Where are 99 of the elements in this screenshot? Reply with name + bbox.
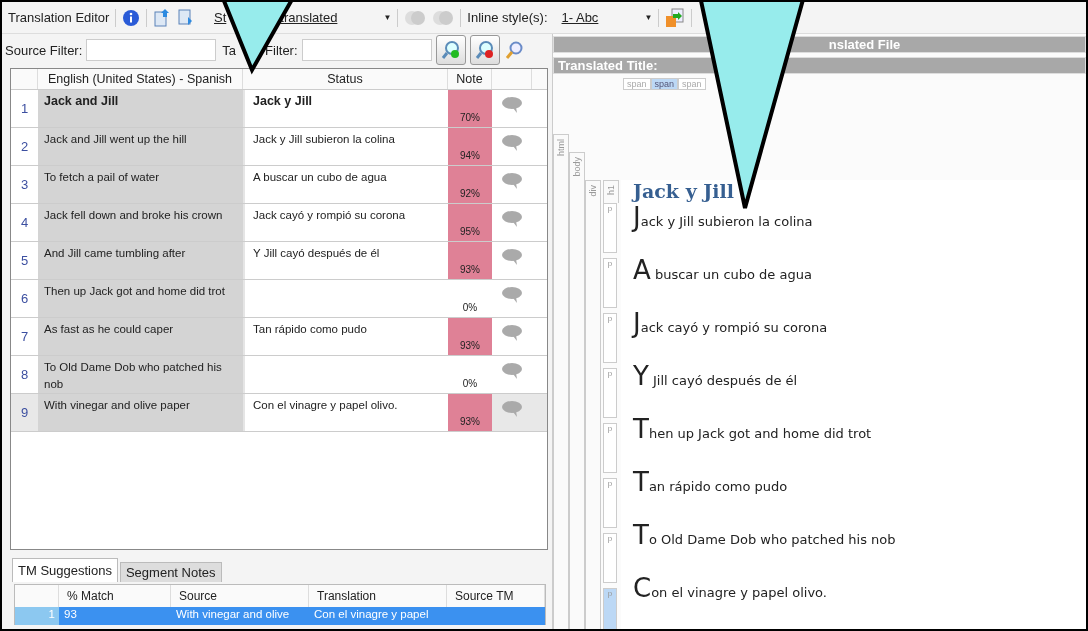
tag-label: p bbox=[607, 424, 613, 435]
status-filter-label[interactable]: St bbox=[214, 10, 227, 25]
tag-label: p bbox=[607, 314, 613, 325]
source-cell: Jack fell down and broke his crown bbox=[38, 204, 243, 241]
column-header: English (United States) - Spanish bbox=[38, 69, 243, 89]
row-number: 1 bbox=[15, 607, 59, 625]
target-filter-label: Ta bbox=[222, 42, 237, 58]
tag-label: p bbox=[607, 589, 613, 600]
tag-label: p bbox=[607, 369, 613, 380]
document-paragraph: To Old Dame Dob who patched his nob bbox=[633, 520, 896, 550]
tag-label: p bbox=[607, 534, 613, 545]
row-number: 8 bbox=[19, 366, 30, 384]
segment-row[interactable]: 1 Jack and Jill Jack y Jill 70% bbox=[11, 90, 547, 128]
source-filter-label: Source Filter: bbox=[5, 42, 83, 58]
translated-title-label: Translated Title: bbox=[558, 58, 658, 73]
source-cell: As fast as he could caper bbox=[38, 318, 243, 355]
panel-tab[interactable]: Segment Notes bbox=[119, 562, 222, 582]
tag-label: h1 bbox=[606, 184, 616, 197]
tag-label: p bbox=[607, 479, 613, 490]
segment-row[interactable]: 6 Then up Jack got and home did trot 0% bbox=[11, 280, 547, 318]
source-cell: Then up Jack got and home did trot bbox=[38, 280, 243, 317]
source-cell: To fetch a pail of water bbox=[38, 166, 243, 203]
segment-row[interactable]: 7 As fast as he could caper Tan rápido como pudo 93% bbox=[11, 318, 547, 356]
document-arrow-icon[interactable] bbox=[153, 8, 172, 27]
status-cell: 93% bbox=[448, 394, 492, 431]
row-number: 1 bbox=[19, 100, 30, 118]
segment-row[interactable]: 5 And Jill came tumbling after Y Jill cayó después de él 93% bbox=[11, 242, 547, 280]
translation-cell-text: Con el vinagre y papel bbox=[313, 607, 430, 622]
source-cell: To Old Dame Dob who patched his nob bbox=[38, 356, 243, 393]
speech-bubble-icon[interactable] bbox=[501, 362, 523, 380]
segment-row[interactable]: 2 Jack and Jill went up the hill Jack y Jill subieron la colina 94% bbox=[11, 128, 547, 166]
row-number: 3 bbox=[19, 176, 30, 194]
segment-row[interactable]: 4 Jack fell down and broke his crown Jack cayó y rompió su corona 95% bbox=[11, 204, 547, 242]
status-cell: 93% bbox=[448, 318, 492, 355]
source-cell-text: With vinegar and olive bbox=[175, 607, 291, 622]
tag-label: html bbox=[556, 138, 566, 158]
caret-icon[interactable]: ▼ bbox=[644, 13, 653, 22]
document-paragraph: Con el vinagre y papel olivo. bbox=[633, 573, 827, 603]
row-number: 5 bbox=[19, 252, 30, 270]
speech-bubble-icon[interactable] bbox=[501, 96, 523, 114]
speech-bubble-icon[interactable] bbox=[501, 248, 523, 266]
document-paragraph: Jack y Jill subieron la colina bbox=[633, 202, 813, 232]
clear-filter-button[interactable] bbox=[469, 35, 500, 65]
span-tag[interactable]: span bbox=[650, 78, 679, 90]
info-icon[interactable] bbox=[122, 8, 141, 27]
speech-bubble-icon[interactable] bbox=[501, 324, 523, 342]
inline-style-dropdown[interactable]: 1- Abc bbox=[561, 10, 599, 25]
editor-title: Translation Editor bbox=[8, 10, 110, 25]
tag-label: p bbox=[607, 204, 613, 215]
speech-bubble-icon[interactable] bbox=[501, 210, 523, 228]
document-paragraph: A buscar un cubo de agua bbox=[633, 255, 812, 285]
tag-label: div bbox=[588, 184, 598, 199]
speech-bubble-icon[interactable] bbox=[501, 134, 523, 152]
search-icon[interactable] bbox=[503, 40, 524, 60]
tag-label: p bbox=[607, 259, 613, 270]
status-cell: 92% bbox=[448, 166, 492, 203]
document-paragraph: Then up Jack got and home did trot bbox=[633, 414, 872, 444]
row-number: 6 bbox=[19, 290, 30, 308]
document-heading: Jack y Jill bbox=[633, 180, 735, 200]
row-number: 9 bbox=[19, 404, 30, 422]
toggle-icon[interactable] bbox=[432, 9, 455, 26]
panel-tab[interactable]: TM Suggestions bbox=[12, 558, 118, 582]
document-paragraph: Y Jill cayó después de él bbox=[633, 361, 798, 391]
target-filter-field[interactable] bbox=[301, 39, 432, 61]
magnifier-icon bbox=[474, 40, 495, 60]
segment-row[interactable]: 3 To fetch a pail of water A buscar un cubo de agua 92% bbox=[11, 166, 547, 204]
status-cell: 95% bbox=[448, 204, 492, 241]
export-icon[interactable] bbox=[665, 7, 686, 28]
source-filter-field[interactable] bbox=[86, 39, 217, 61]
inline-styles-label: Inline style(s): bbox=[467, 10, 548, 25]
status-cell: 70% bbox=[448, 90, 492, 127]
column-header: Note bbox=[448, 69, 492, 89]
tag-label: body bbox=[572, 156, 582, 179]
match-cell-text: 93 bbox=[63, 607, 78, 622]
document-paragraph: Tan rápido como pudo bbox=[633, 467, 788, 497]
status-cell: 94% bbox=[448, 128, 492, 165]
segment-row[interactable]: 8 To Old Dame Dob who patched his nob 0% bbox=[11, 356, 547, 394]
speech-bubble-icon[interactable] bbox=[501, 286, 523, 304]
source-cell: With vinegar and olive paper bbox=[38, 394, 243, 431]
selected-segment-row[interactable]: 9 With vinegar and olive paper Con el vinagre y papel olivo. 93% bbox=[11, 394, 547, 432]
speech-bubble-icon[interactable] bbox=[501, 400, 523, 418]
caret-icon[interactable]: ▼ bbox=[383, 13, 392, 22]
toggle-icon[interactable] bbox=[404, 9, 427, 26]
target-cell[interactable]: Con el vinagre y papel olivo. bbox=[243, 394, 448, 431]
document-paragraph: Jack cayó y rompió su corona bbox=[633, 308, 828, 338]
row-number: 4 bbox=[19, 214, 30, 232]
magnifier-icon bbox=[440, 40, 461, 60]
source-cell: Jack and Jill bbox=[38, 90, 243, 127]
status-cell-text: 0% bbox=[461, 301, 479, 315]
status-cell-text: 0% bbox=[461, 377, 479, 391]
source-cell: Jack and Jill went up the hill bbox=[38, 128, 243, 165]
speech-bubble-icon[interactable] bbox=[501, 172, 523, 190]
row-number: 2 bbox=[19, 138, 30, 156]
row-number: 7 bbox=[19, 328, 30, 346]
panel-title: nslated File bbox=[828, 37, 901, 52]
status-cell: 93% bbox=[448, 242, 492, 279]
source-cell: And Jill came tumbling after bbox=[38, 242, 243, 279]
target-filter-label: Filter: bbox=[265, 42, 298, 58]
filter-search-button[interactable] bbox=[435, 35, 466, 65]
